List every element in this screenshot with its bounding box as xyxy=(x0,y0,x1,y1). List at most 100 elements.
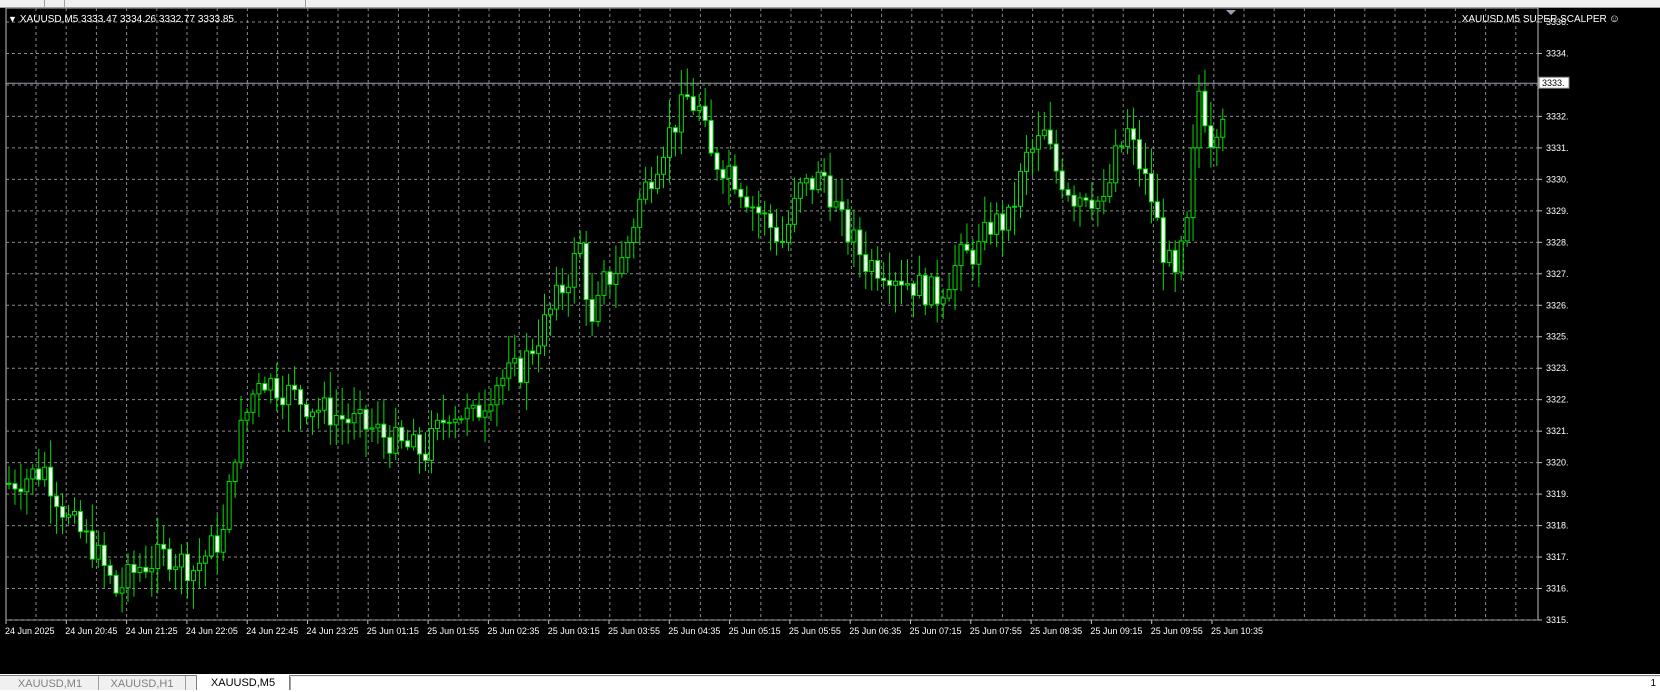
candle-body xyxy=(702,105,708,121)
candle-body xyxy=(24,478,30,493)
y-tick-label: 3320. xyxy=(1546,458,1569,468)
x-tick-label: 25 Jun 04:35 xyxy=(668,626,720,636)
candle-body xyxy=(304,403,309,418)
candle-body xyxy=(274,377,280,399)
candle-body xyxy=(577,243,583,255)
candle-body xyxy=(744,196,750,208)
candle-body xyxy=(292,384,298,391)
tab-xauusd-m1[interactable]: XAUUSD,M1 xyxy=(2,676,99,690)
candle-body xyxy=(185,553,190,582)
candle-body xyxy=(268,377,274,391)
candle-body xyxy=(655,173,661,190)
candle-body xyxy=(565,286,571,294)
candle-body xyxy=(910,283,916,296)
candle-body xyxy=(803,177,809,184)
y-tick-label: 3317. xyxy=(1546,552,1569,562)
expert-advisor-label[interactable]: XAUUSD,M5 SUPER SCALPER ☺ xyxy=(1462,13,1620,26)
tab-xauusd-m5[interactable]: XAUUSD,M5 xyxy=(196,675,290,690)
x-tick-label: 24 Jun 2025 xyxy=(5,626,55,636)
chart-window[interactable]: 3336.3334.3333.3332.3331.3330.3329.3328.… xyxy=(0,8,1660,674)
candle-body xyxy=(440,419,446,424)
x-tick-label: 25 Jun 08:35 xyxy=(1030,626,1082,636)
candle-body xyxy=(30,468,36,480)
candle-body xyxy=(1047,129,1053,145)
candle-body xyxy=(774,227,780,243)
tab-xauusd-h1[interactable]: XAUUSD,H1 xyxy=(99,676,186,690)
candle-body xyxy=(321,397,327,411)
candle-body xyxy=(589,298,595,323)
candle-body xyxy=(922,274,928,306)
candle-body xyxy=(411,434,417,448)
candle-body xyxy=(1119,145,1125,148)
candle-body xyxy=(863,254,869,273)
candle-body xyxy=(649,181,655,190)
candle-body xyxy=(797,182,803,199)
candle-body xyxy=(428,428,434,461)
candle-body xyxy=(345,418,351,424)
candle-body xyxy=(66,514,71,518)
expert-advisor-name: XAUUSD,M5 SUPER SCALPER xyxy=(1461,14,1607,25)
candle-body xyxy=(869,260,875,273)
candle-body xyxy=(1190,147,1196,219)
candle-body xyxy=(1065,189,1071,196)
candle-body xyxy=(369,427,375,430)
candle-body xyxy=(631,226,637,243)
candle-body xyxy=(875,260,881,279)
y-tick-label: 3316. xyxy=(1546,584,1569,594)
toolbar-separator xyxy=(64,0,65,7)
y-tick-label: 3331. xyxy=(1546,143,1569,153)
candle-body xyxy=(375,423,381,429)
candle-body xyxy=(298,389,304,405)
candle-body xyxy=(1137,139,1142,170)
candle-body xyxy=(1107,182,1113,197)
candle-body xyxy=(666,127,672,158)
candle-body xyxy=(547,308,553,316)
candle-body xyxy=(958,243,964,267)
x-tick-label: 25 Jun 01:15 xyxy=(367,626,419,636)
candle-body xyxy=(613,273,619,285)
x-tick-label: 24 Jun 23:25 xyxy=(307,626,359,636)
candle-body xyxy=(232,461,238,483)
candlestick-chart[interactable]: 3336.3334.3333.3332.3331.3330.3329.3328.… xyxy=(0,8,1660,674)
candle-body xyxy=(143,566,149,573)
candle-body xyxy=(113,574,119,594)
candle-body xyxy=(1089,199,1095,209)
candle-body xyxy=(351,413,357,424)
candle-body xyxy=(1006,206,1012,231)
candle-body xyxy=(1160,217,1166,263)
candle-body xyxy=(1077,197,1083,207)
candle-body xyxy=(684,94,690,98)
candle-body xyxy=(387,436,393,454)
candle-body xyxy=(791,197,797,225)
candle-body xyxy=(83,530,89,533)
y-tick-label: 3327. xyxy=(1546,269,1569,279)
candle-body xyxy=(149,568,155,573)
candle-body xyxy=(887,279,893,286)
collapse-triangle-icon[interactable]: ▼ xyxy=(8,13,17,25)
tab-bar-filler xyxy=(290,677,1660,690)
candle-body xyxy=(357,409,363,415)
candle-body xyxy=(1012,205,1018,208)
y-tick-label: 3315. xyxy=(1546,615,1569,625)
symbol-info: ▼ XAUUSD,M5 3333.47 3334.26 3332.77 3333.… xyxy=(8,13,234,26)
candle-body xyxy=(625,241,631,259)
plot-frame xyxy=(5,8,1539,621)
candle-body xyxy=(202,555,208,564)
candle-body xyxy=(518,357,524,383)
candle-body xyxy=(946,289,952,299)
x-tick-label: 25 Jun 06:35 xyxy=(849,626,901,636)
candle-body xyxy=(768,213,774,229)
candle-body xyxy=(827,175,833,208)
candle-body xyxy=(214,535,220,553)
candle-body xyxy=(762,212,768,215)
candle-body xyxy=(107,565,113,576)
chart-shift-marker-icon xyxy=(1226,10,1236,15)
candle-body xyxy=(434,419,440,430)
candle-body xyxy=(1131,128,1137,141)
candle-body xyxy=(417,434,423,455)
candle-body xyxy=(101,544,107,567)
page-number: 1 xyxy=(1650,678,1656,689)
candle-body xyxy=(952,265,958,291)
candle-body xyxy=(916,274,922,296)
candle-body xyxy=(559,284,565,294)
